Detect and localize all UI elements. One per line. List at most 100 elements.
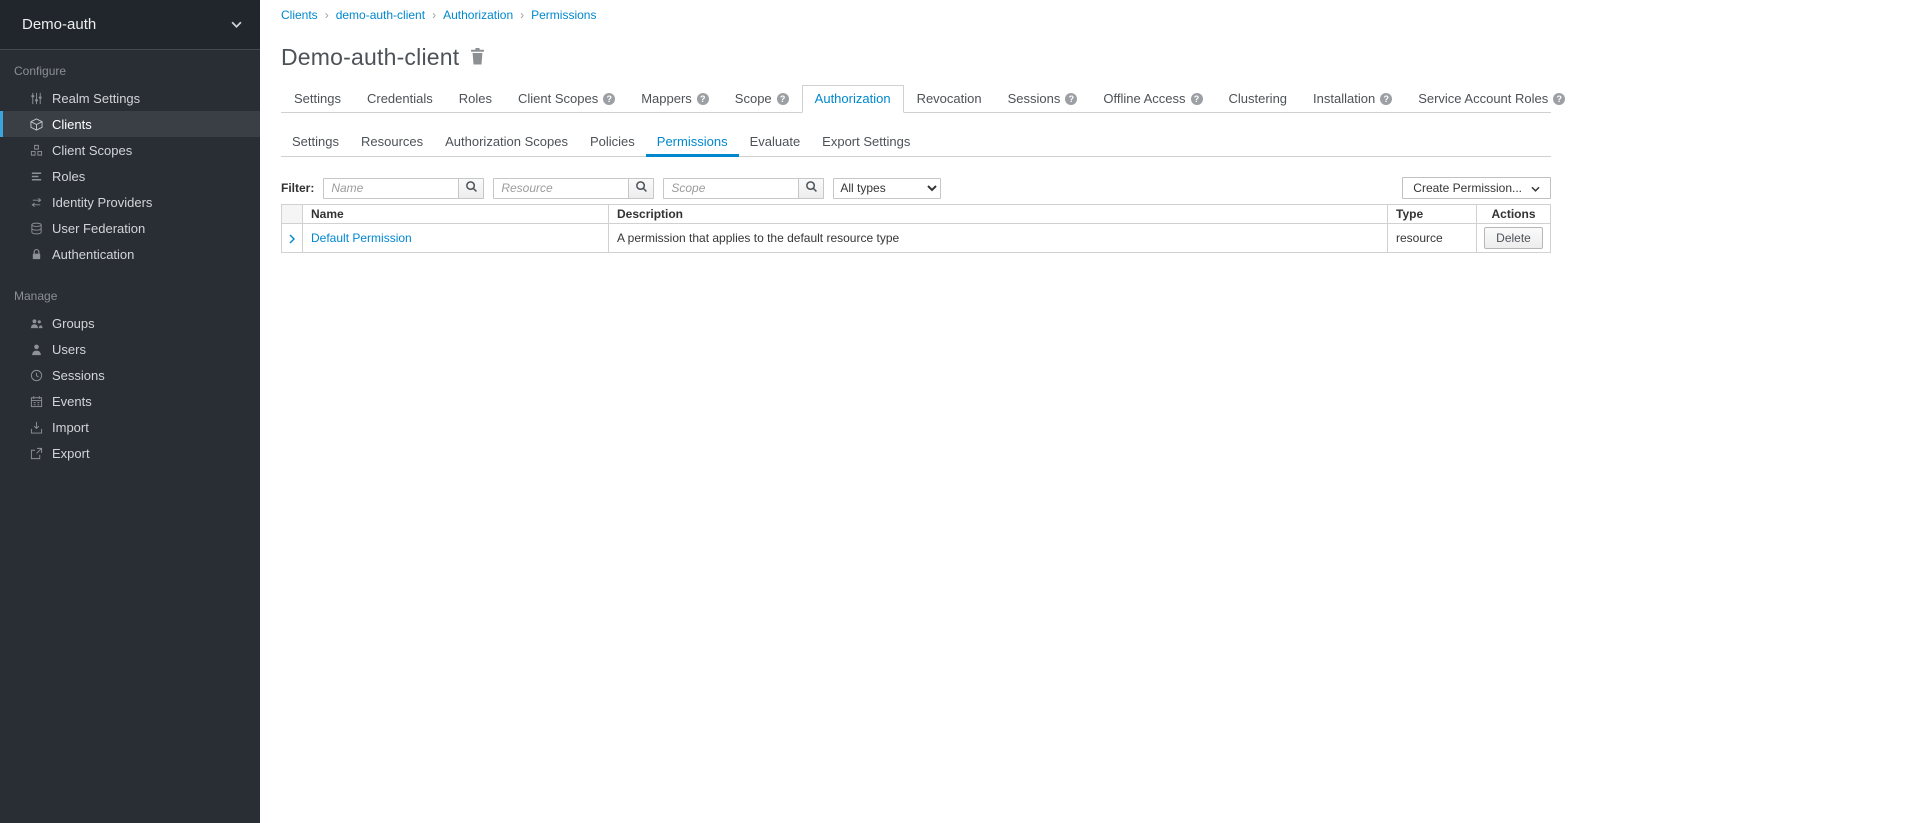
authorization-subtabs: Settings Resources Authorization Scopes …	[281, 129, 1551, 157]
breadcrumb-clients[interactable]: Clients	[281, 8, 318, 22]
tab-revocation[interactable]: Revocation	[904, 85, 995, 113]
type-column-header: Type	[1388, 205, 1477, 224]
filter-label: Filter:	[281, 181, 314, 195]
tab-credentials[interactable]: Credentials	[354, 85, 446, 113]
breadcrumb-authorization[interactable]: Authorization	[443, 8, 513, 22]
lock-icon	[29, 248, 44, 261]
type-filter-select[interactable]: All types	[833, 178, 941, 199]
name-column-header: Name	[303, 205, 609, 224]
app-window: Demo-auth Configure Realm Settings Clien…	[0, 0, 1919, 823]
users-group-icon	[29, 317, 44, 330]
sidebar-item-identity-providers[interactable]: Identity Providers	[0, 189, 260, 215]
page-title: Demo-auth-client	[281, 44, 459, 71]
sidebar-item-label: Identity Providers	[52, 195, 152, 210]
sidebar-item-label: Realm Settings	[52, 91, 140, 106]
sidebar-item-client-scopes[interactable]: Client Scopes	[0, 137, 260, 163]
sidebar-item-roles[interactable]: Roles	[0, 163, 260, 189]
sidebar-item-users[interactable]: Users	[0, 336, 260, 362]
list-icon	[29, 170, 44, 183]
realm-switcher[interactable]: Demo-auth	[0, 0, 260, 50]
permissions-table: Name Description Type Actions Default Pe…	[281, 204, 1551, 253]
sidebar-item-realm-settings[interactable]: Realm Settings	[0, 85, 260, 111]
sidebar-item-groups[interactable]: Groups	[0, 310, 260, 336]
sidebar-item-label: Client Scopes	[52, 143, 132, 158]
help-icon[interactable]	[1191, 93, 1203, 105]
tab-scope[interactable]: Scope	[722, 85, 802, 113]
sidebar-item-sessions[interactable]: Sessions	[0, 362, 260, 388]
sidebar: Demo-auth Configure Realm Settings Clien…	[0, 0, 260, 823]
import-icon	[29, 421, 44, 434]
sidebar-item-label: Events	[52, 394, 92, 409]
subtab-permissions[interactable]: Permissions	[646, 129, 739, 157]
expander-column-header	[282, 205, 303, 224]
subtab-authorization-scopes[interactable]: Authorization Scopes	[434, 129, 579, 157]
tab-settings[interactable]: Settings	[281, 85, 354, 113]
permission-name-link[interactable]: Default Permission	[311, 231, 412, 245]
help-icon[interactable]	[1553, 93, 1565, 105]
sidebar-nav: Configure Realm Settings Clients Client …	[0, 50, 260, 466]
name-search-button[interactable]	[459, 178, 484, 199]
clock-icon	[29, 369, 44, 382]
help-icon[interactable]	[603, 93, 615, 105]
subtab-evaluate[interactable]: Evaluate	[739, 129, 812, 157]
sidebar-item-label: Import	[52, 420, 89, 435]
scope-filter-input[interactable]	[663, 178, 799, 199]
sidebar-item-events[interactable]: Events	[0, 388, 260, 414]
help-icon[interactable]	[1380, 93, 1392, 105]
help-icon[interactable]	[777, 93, 789, 105]
database-icon	[29, 222, 44, 235]
create-permission-button[interactable]: Create Permission...	[1402, 177, 1551, 199]
tab-roles[interactable]: Roles	[446, 85, 505, 113]
name-filter-input[interactable]	[323, 178, 459, 199]
search-icon	[635, 180, 648, 196]
resource-search-button[interactable]	[629, 178, 654, 199]
breadcrumb-client[interactable]: demo-auth-client	[336, 8, 425, 22]
subtab-export-settings[interactable]: Export Settings	[811, 129, 921, 157]
actions-column-header: Actions	[1477, 205, 1551, 224]
sidebar-section-configure: Configure	[0, 50, 260, 85]
sidebar-item-clients[interactable]: Clients	[0, 111, 260, 137]
delete-permission-button[interactable]: Delete	[1484, 227, 1543, 249]
chevron-right-icon	[289, 231, 295, 245]
sidebar-item-export[interactable]: Export	[0, 440, 260, 466]
tab-service-account-roles[interactable]: Service Account Roles	[1405, 85, 1578, 113]
sidebar-item-label: Authentication	[52, 247, 134, 262]
search-icon	[805, 180, 818, 196]
breadcrumb-permissions[interactable]: Permissions	[531, 8, 596, 22]
tab-offline-access[interactable]: Offline Access	[1090, 85, 1215, 113]
user-icon	[29, 343, 44, 356]
sidebar-item-label: Clients	[52, 117, 92, 132]
scope-search-button[interactable]	[799, 178, 824, 199]
tab-authorization[interactable]: Authorization	[802, 85, 904, 113]
subtab-settings[interactable]: Settings	[281, 129, 350, 157]
tab-client-scopes[interactable]: Client Scopes	[505, 85, 628, 113]
sliders-icon	[29, 92, 44, 105]
sidebar-item-authentication[interactable]: Authentication	[0, 241, 260, 267]
help-icon[interactable]	[1065, 93, 1077, 105]
sidebar-item-user-federation[interactable]: User Federation	[0, 215, 260, 241]
tab-installation[interactable]: Installation	[1300, 85, 1405, 113]
table-row: Default Permission A permission that app…	[282, 224, 1551, 253]
tab-mappers[interactable]: Mappers	[628, 85, 722, 113]
exchange-arrows-icon	[29, 196, 44, 209]
help-icon[interactable]	[697, 93, 709, 105]
sidebar-item-import[interactable]: Import	[0, 414, 260, 440]
sidebar-item-label: Export	[52, 446, 90, 461]
trash-icon	[470, 48, 485, 68]
cubes-icon	[29, 144, 44, 157]
export-icon	[29, 447, 44, 460]
tab-sessions[interactable]: Sessions	[995, 85, 1091, 113]
chevron-down-icon	[1531, 181, 1540, 195]
sidebar-item-label: Groups	[52, 316, 95, 331]
sidebar-item-label: User Federation	[52, 221, 145, 236]
breadcrumb: Clients › demo-auth-client › Authorizati…	[281, 8, 1919, 22]
delete-client-button[interactable]	[470, 48, 485, 68]
resource-filter-input[interactable]	[493, 178, 629, 199]
subtab-policies[interactable]: Policies	[579, 129, 646, 157]
client-tabs: Settings Credentials Roles Client Scopes…	[281, 85, 1551, 113]
sidebar-item-label: Users	[52, 342, 86, 357]
subtab-resources[interactable]: Resources	[350, 129, 434, 157]
row-expand-toggle[interactable]	[282, 224, 303, 253]
sidebar-item-label: Sessions	[52, 368, 105, 383]
tab-clustering[interactable]: Clustering	[1216, 85, 1301, 113]
